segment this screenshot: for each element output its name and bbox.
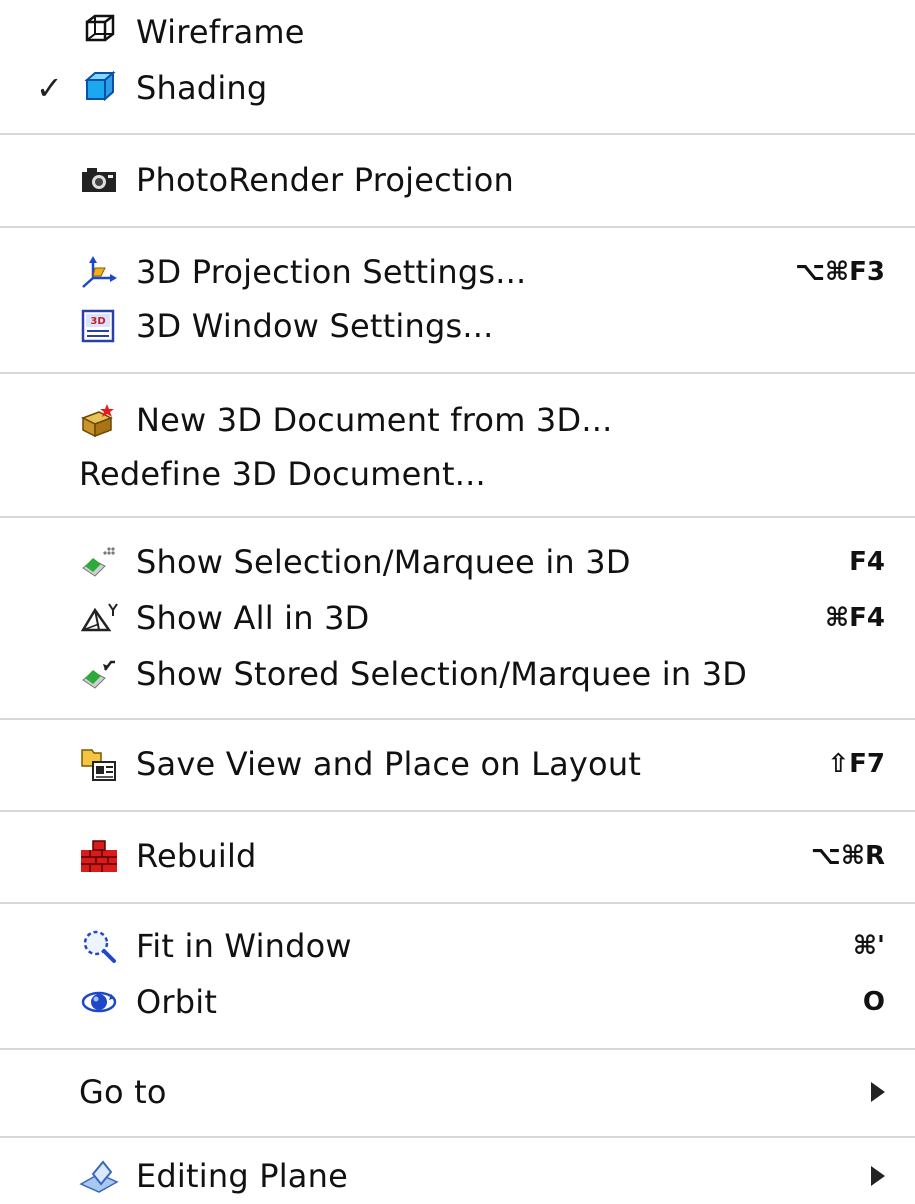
menu-item-label: 3D Projection Settings... bbox=[136, 253, 527, 291]
window-settings-icon: 3D bbox=[79, 308, 119, 344]
keyboard-shortcut: ⇧F7 bbox=[827, 749, 885, 779]
save-view-layout-icon bbox=[79, 746, 119, 782]
submenu-arrow-icon bbox=[871, 1166, 885, 1186]
show-all-icon bbox=[79, 600, 119, 636]
menu-separator bbox=[0, 902, 915, 904]
fit-in-window-icon bbox=[79, 928, 119, 964]
menu-separator bbox=[0, 810, 915, 812]
menu-item-go-to[interactable]: Go to bbox=[0, 1064, 915, 1120]
menu-item-label: Rebuild bbox=[136, 837, 257, 875]
menu-separator bbox=[0, 133, 915, 135]
menu-item-label: New 3D Document from 3D... bbox=[136, 401, 613, 439]
menu-item-label: Wireframe bbox=[136, 13, 305, 51]
menu-separator bbox=[0, 372, 915, 374]
menu-item-3d-projection-settings[interactable]: 3D Projection Settings... ⌥⌘F3 bbox=[0, 244, 915, 300]
menu-separator bbox=[0, 718, 915, 720]
menu-item-orbit[interactable]: Orbit O bbox=[0, 974, 915, 1030]
submenu-arrow-icon bbox=[871, 1082, 885, 1102]
photorender-icon bbox=[79, 162, 119, 198]
menu-item-label: Editing Plane bbox=[136, 1157, 348, 1195]
show-stored-selection-icon bbox=[79, 656, 119, 692]
menu-item-show-all-in-3d[interactable]: Show All in 3D ⌘F4 bbox=[0, 590, 915, 646]
menu-item-label: Show Selection/Marquee in 3D bbox=[136, 543, 631, 581]
keyboard-shortcut: O bbox=[862, 987, 885, 1017]
menu-item-label: Orbit bbox=[136, 983, 218, 1021]
menu-separator bbox=[0, 516, 915, 518]
keyboard-shortcut: ⌥⌘R bbox=[810, 841, 885, 871]
menu-item-label: PhotoRender Projection bbox=[136, 161, 515, 199]
checkmark-icon: ✓ bbox=[36, 69, 63, 107]
menu-item-show-stored-selection-marquee[interactable]: Show Stored Selection/Marquee in 3D bbox=[0, 646, 915, 702]
menu-item-save-view-place-layout[interactable]: Save View and Place on Layout ⇧F7 bbox=[0, 736, 915, 792]
menu-item-label: Go to bbox=[79, 1073, 167, 1111]
menu-item-label: Redefine 3D Document... bbox=[79, 455, 486, 493]
keyboard-shortcut: ⌘F4 bbox=[825, 603, 885, 633]
menu-item-shading[interactable]: ✓ Shading bbox=[0, 60, 915, 116]
menu-item-wireframe[interactable]: Wireframe bbox=[0, 4, 915, 60]
menu-item-label: Show Stored Selection/Marquee in 3D bbox=[136, 655, 748, 693]
projection-settings-icon bbox=[79, 254, 119, 290]
menu-item-3d-window-settings[interactable]: 3D 3D Window Settings... bbox=[0, 298, 915, 354]
new-3d-document-icon bbox=[79, 402, 119, 438]
menu-item-label: Shading bbox=[136, 69, 268, 107]
menu-separator bbox=[0, 1136, 915, 1138]
keyboard-shortcut: ⌥⌘F3 bbox=[795, 257, 885, 287]
menu-item-fit-in-window[interactable]: Fit in Window ⌘' bbox=[0, 918, 915, 974]
menu-separator bbox=[0, 1048, 915, 1050]
wireframe-icon bbox=[79, 14, 119, 50]
keyboard-shortcut: ⌘' bbox=[852, 931, 885, 961]
menu-item-redefine-3d-document[interactable]: Redefine 3D Document... bbox=[0, 446, 915, 502]
show-selection-icon bbox=[79, 544, 119, 580]
keyboard-shortcut: F4 bbox=[849, 547, 885, 577]
menu-item-label: Save View and Place on Layout bbox=[136, 745, 642, 783]
menu-item-label: Fit in Window bbox=[136, 927, 352, 965]
shading-icon bbox=[79, 70, 119, 106]
menu-item-show-selection-marquee[interactable]: Show Selection/Marquee in 3D F4 bbox=[0, 534, 915, 590]
view-menu: Wireframe ✓ Shading PhotoRender Projecti… bbox=[0, 0, 915, 1198]
menu-item-editing-plane[interactable]: Editing Plane bbox=[0, 1148, 915, 1204]
rebuild-icon bbox=[79, 838, 119, 874]
menu-item-new-3d-document[interactable]: New 3D Document from 3D... bbox=[0, 392, 915, 448]
editing-plane-icon bbox=[79, 1158, 119, 1194]
orbit-icon bbox=[79, 984, 119, 1020]
menu-item-rebuild[interactable]: Rebuild ⌥⌘R bbox=[0, 828, 915, 884]
svg-text:3D: 3D bbox=[90, 316, 105, 327]
menu-item-label: 3D Window Settings... bbox=[136, 307, 494, 345]
menu-separator bbox=[0, 226, 915, 228]
menu-item-photorender-projection[interactable]: PhotoRender Projection bbox=[0, 152, 915, 208]
menu-item-label: Show All in 3D bbox=[136, 599, 370, 637]
